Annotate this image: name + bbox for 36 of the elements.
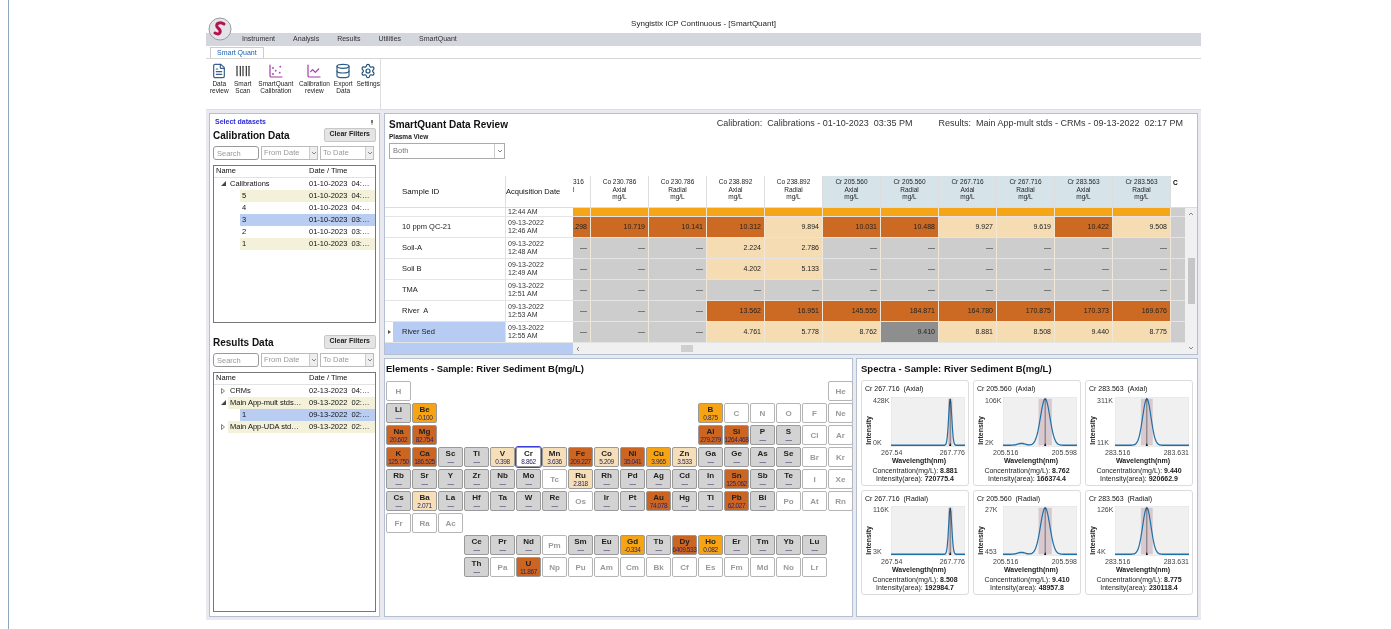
chevron-up-icon[interactable] <box>1188 211 1194 217</box>
chevron-down-icon[interactable] <box>366 150 373 156</box>
calibration-info: Calibration: Calibrations - 01-10-2023 03:35 PM <box>716 117 913 130</box>
vertical-scrollbar[interactable] <box>1185 208 1197 354</box>
window-title: Syngistix ICP Continuous - [SmartQuant] <box>631 18 776 30</box>
barcode-icon <box>234 63 251 79</box>
table-cell <box>1171 259 1185 279</box>
chevron-down-icon[interactable] <box>310 150 317 156</box>
column-header[interactable]: Sample ID <box>393 176 506 207</box>
horizontal-scrollbar[interactable] <box>573 343 1185 354</box>
chevron-down-icon[interactable] <box>1188 345 1194 351</box>
pin-icon[interactable] <box>370 119 374 125</box>
scrollbar-thumb[interactable] <box>1187 258 1195 304</box>
line-chart-icon <box>306 63 323 79</box>
chevron-down-icon[interactable] <box>366 357 373 363</box>
table-cell <box>1171 217 1185 237</box>
document-icon <box>211 63 228 79</box>
settings-icon <box>360 63 377 79</box>
caret-icon[interactable] <box>220 400 226 405</box>
caret-icon[interactable] <box>220 181 226 186</box>
scrollbar-thumb[interactable] <box>681 345 693 352</box>
chevron-left-icon[interactable] <box>575 345 581 352</box>
table-cell <box>1171 280 1185 300</box>
table-cell <box>1171 238 1185 258</box>
scatter-chart-icon <box>267 63 284 79</box>
section-title: Calibration Data <box>213 128 290 143</box>
results-info: Results: Main App-mult stds - CRMs - 09-13-2022 02:17 PM <box>938 117 1183 130</box>
panel-title: Spectra - Sample: River Sediment B(mg/L) <box>861 362 1053 376</box>
panel-title: SmartQuant Data Review <box>389 118 508 132</box>
chevron-down-icon[interactable] <box>496 147 503 154</box>
panel-title: Elements - Sample: River Sediment B(mg/L) <box>386 362 585 376</box>
database-icon <box>335 63 352 79</box>
chevron-down-icon[interactable] <box>310 357 317 363</box>
table-cell <box>1171 322 1185 342</box>
table-cell <box>1171 301 1185 321</box>
section-title: Results Data <box>213 335 274 350</box>
